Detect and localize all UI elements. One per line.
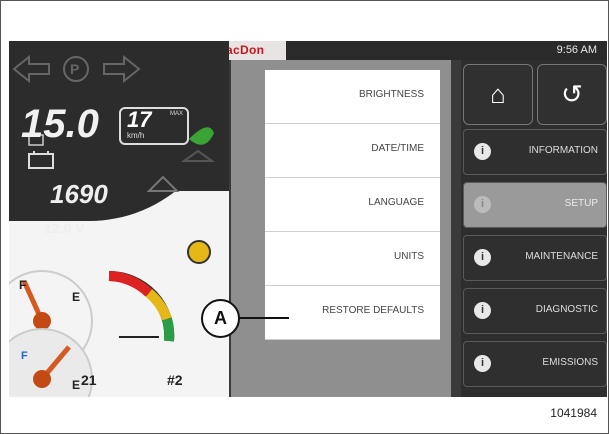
nav-maintenance[interactable]: i MAINTENANCE <box>463 235 607 281</box>
speed-unit: km/h <box>127 131 145 140</box>
nav-diagnostic[interactable]: i DIAGNOSTIC <box>463 288 607 334</box>
lamp-icon-gray <box>180 149 216 162</box>
svg-text:E: E <box>72 290 80 304</box>
warning-icon-gray <box>146 175 180 192</box>
eco-leaf-icon <box>189 127 214 145</box>
info-icon: i <box>474 302 491 319</box>
nav-emissions[interactable]: i EMISSIONS <box>463 341 607 387</box>
svg-text:F: F <box>21 350 28 362</box>
voltage-readout: 12.0 V <box>44 220 85 236</box>
instrument-cluster: P F E F E 15.0 17 km/h MAX 1690 12.0 V 2… <box>9 41 229 397</box>
back-icon: ↺ <box>561 79 583 109</box>
nav-information[interactable]: i INFORMATION <box>463 129 607 175</box>
menu-units[interactable]: UNITS <box>265 232 440 286</box>
home-icon: ⌂ <box>490 79 506 109</box>
menu-restore-defaults[interactable]: RESTORE DEFAULTS <box>265 286 440 340</box>
right-nav: ⌂ ↺ i INFORMATION i SETUP i MAINTENANCE … <box>461 60 607 397</box>
svg-text:P: P <box>70 61 79 77</box>
nav-setup[interactable]: i SETUP <box>463 182 607 228</box>
menu-date-time[interactable]: DATE/TIME <box>265 124 440 178</box>
back-button[interactable]: ↺ <box>537 64 607 125</box>
range-readout: #2 <box>167 372 183 388</box>
menu-language[interactable]: LANGUAGE <box>265 178 440 232</box>
callout-a: A <box>201 299 240 338</box>
menu-brightness[interactable]: BRIGHTNESS <box>265 70 440 124</box>
callout-leader-line <box>239 317 289 319</box>
battery-icon <box>28 153 54 169</box>
home-button[interactable]: ⌂ <box>463 64 533 125</box>
right-turn-icon <box>103 54 141 84</box>
max-label: MAX <box>169 111 183 117</box>
speed-readout: 15.0 <box>21 102 99 146</box>
left-turn-icon <box>12 54 50 84</box>
svg-text:F: F <box>19 278 26 292</box>
figure-number: 1041984 <box>550 406 597 420</box>
max-speed-box: 17 km/h MAX <box>119 107 189 145</box>
info-icon: i <box>474 355 491 372</box>
svg-text:E: E <box>72 378 80 392</box>
clock: 9:56 AM <box>556 44 597 56</box>
rpm-readout: 1690 <box>50 179 108 209</box>
info-icon: i <box>474 249 491 266</box>
beacon-icon <box>187 240 211 264</box>
dashboard-icons: P F E F E <box>9 54 216 397</box>
max-speed-value: 17 <box>127 107 152 132</box>
info-icon: i <box>474 143 491 160</box>
gear-readout: 21 <box>81 372 97 388</box>
info-icon: i <box>474 196 491 213</box>
